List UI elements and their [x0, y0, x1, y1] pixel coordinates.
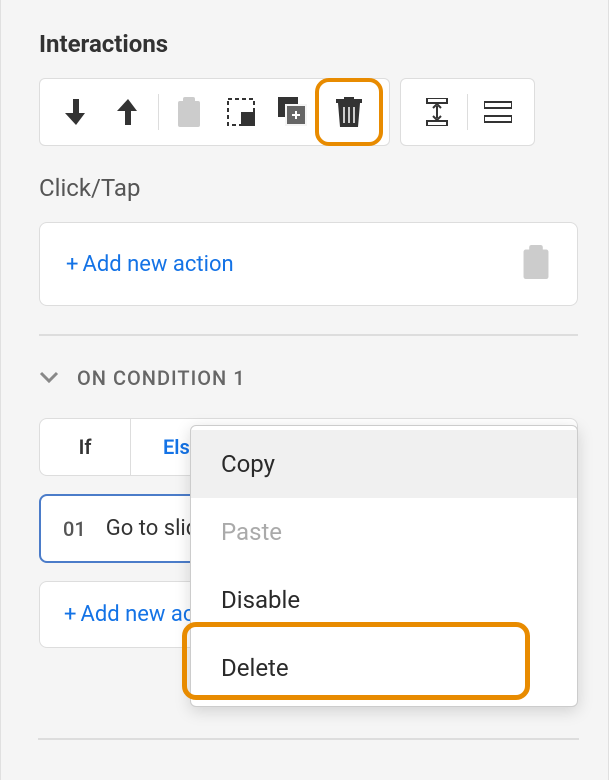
- paste-button[interactable]: [163, 86, 215, 138]
- divider: [39, 334, 578, 336]
- delete-button[interactable]: [323, 86, 375, 138]
- add-action-label-2: Add new act: [80, 602, 201, 627]
- trash-icon: [336, 97, 362, 127]
- toolbar: [39, 78, 578, 146]
- distribute-vertical-button[interactable]: [411, 86, 463, 138]
- divider: [467, 94, 468, 130]
- divider: [38, 738, 579, 740]
- trigger-label: Click/Tap: [39, 174, 578, 202]
- panel-title: Interactions: [39, 30, 578, 58]
- distribute-horizontal-icon: [484, 98, 512, 126]
- toolbar-group-align: [400, 78, 535, 146]
- clipboard-button[interactable]: [521, 245, 551, 283]
- divider: [158, 94, 159, 130]
- marquee-button[interactable]: [215, 86, 267, 138]
- trash-highlight: [315, 78, 383, 146]
- menu-item-delete[interactable]: Delete: [191, 634, 577, 702]
- marquee-icon: [227, 98, 255, 126]
- add-action-label: Add new action: [82, 252, 233, 277]
- tab-if[interactable]: If: [40, 419, 130, 475]
- condition-header[interactable]: ON CONDITION 1: [39, 366, 578, 390]
- condition-label: ON CONDITION 1: [77, 366, 246, 390]
- duplicate-icon: [278, 97, 308, 127]
- arrow-down-icon: [65, 99, 87, 125]
- clipboard-icon: [176, 97, 202, 127]
- move-up-button[interactable]: [102, 86, 154, 138]
- distribute-vertical-icon: [423, 98, 451, 126]
- plus-icon: +: [64, 602, 76, 627]
- action-number: 01: [63, 517, 86, 541]
- toolbar-group-main: [39, 78, 390, 146]
- plus-icon: +: [66, 252, 78, 277]
- menu-item-disable[interactable]: Disable: [191, 566, 577, 634]
- clipboard-icon: [521, 245, 551, 279]
- add-action-button[interactable]: + Add new action: [66, 252, 234, 277]
- add-action-card: + Add new action: [39, 222, 578, 306]
- arrow-up-icon: [117, 99, 139, 125]
- context-menu: Copy Paste Disable Delete: [190, 425, 578, 707]
- menu-item-paste: Paste: [191, 498, 577, 566]
- distribute-horizontal-button[interactable]: [472, 86, 524, 138]
- chevron-down-icon[interactable]: [39, 366, 59, 390]
- menu-item-copy[interactable]: Copy: [191, 430, 577, 498]
- move-down-button[interactable]: [50, 86, 102, 138]
- duplicate-button[interactable]: [267, 86, 319, 138]
